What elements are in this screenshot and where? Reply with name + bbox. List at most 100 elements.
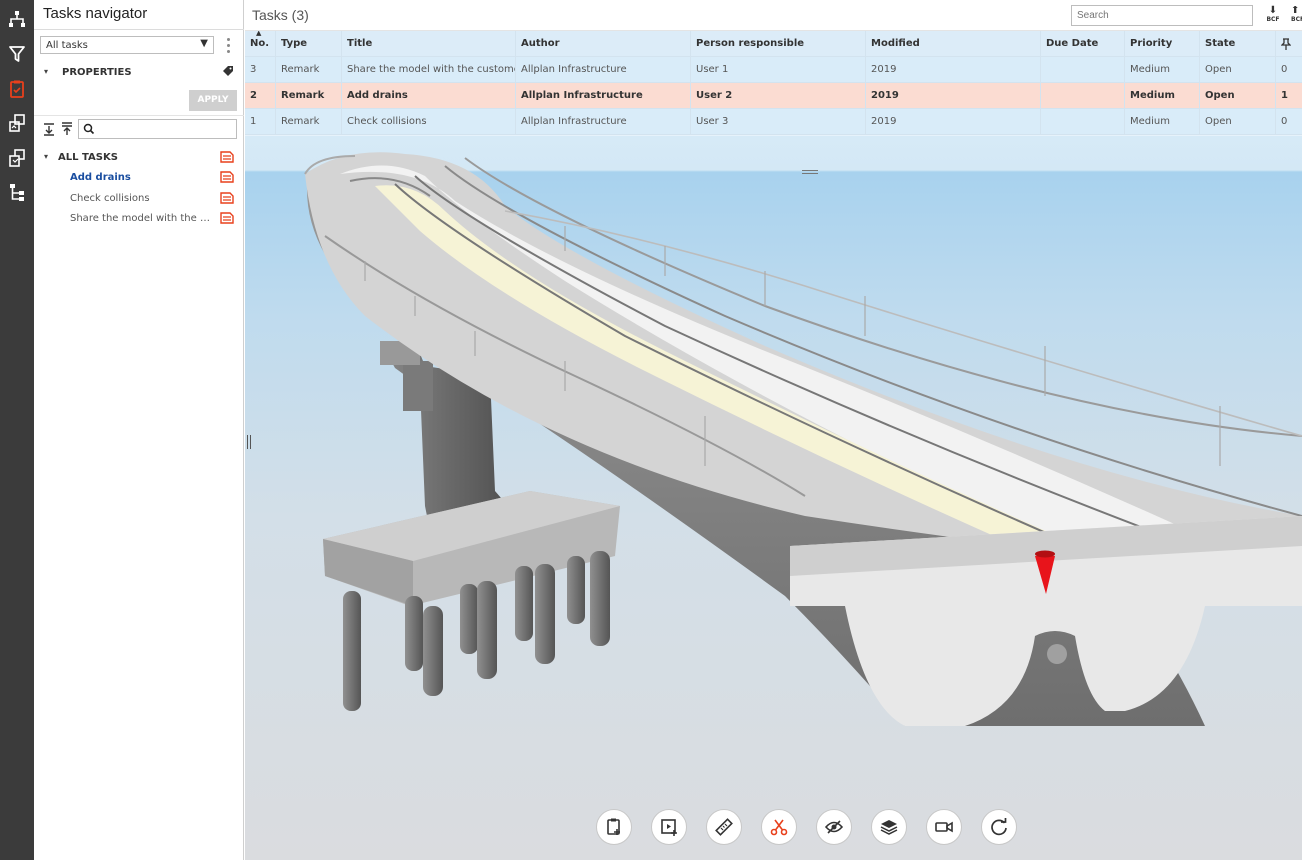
model-tree-icon[interactable] [5, 7, 29, 31]
filter-icon[interactable] [5, 42, 29, 66]
tree-item-label: Share the model with the customer [70, 213, 215, 224]
column-header-modified[interactable]: Modified [865, 31, 1040, 57]
layers-icon[interactable] [871, 809, 907, 845]
cell-viewpoint-count: 0 [1275, 109, 1302, 135]
table-row[interactable]: 3 Remark Share the model with the custom… [245, 57, 1302, 83]
cell-type: Remark [275, 83, 341, 109]
task-flag-icon [220, 151, 234, 163]
task-flag-icon [220, 171, 234, 183]
tag-icon[interactable] [222, 65, 234, 80]
hide-icon[interactable] [816, 809, 852, 845]
cell-viewpoint-count: 0 [1275, 57, 1302, 83]
column-header-viewpoints[interactable] [1275, 31, 1302, 57]
apply-button[interactable]: APPLY [189, 90, 237, 111]
task-search-field[interactable] [1071, 5, 1253, 26]
cell-type: Remark [275, 109, 341, 135]
tasks-clipboard-icon[interactable] [5, 77, 29, 101]
cell-title: Check collisions [341, 109, 515, 135]
section-cut-icon[interactable] [761, 809, 797, 845]
table-row-selected[interactable]: 2 Remark Add drains Allplan Infrastructu… [245, 83, 1302, 109]
column-header-title[interactable]: Title [341, 31, 515, 57]
task-flag-icon [220, 212, 234, 224]
all-tasks-group[interactable]: ▾ ALL TASKS [44, 151, 234, 165]
cell-modified: 2019 [865, 109, 1040, 135]
panel-resize-handle[interactable] [802, 170, 818, 174]
cell-state: Open [1199, 57, 1275, 83]
bcf-label: BCF [1291, 16, 1302, 23]
column-header-state[interactable]: State [1199, 31, 1275, 57]
expand-all-icon[interactable] [42, 122, 56, 136]
main-area: Tasks (3) ⬇ BCF ⬆ BCF ▲No. Type Title Au… [245, 0, 1302, 860]
cell-person: User 1 [690, 57, 865, 83]
bcf-export-button[interactable]: ⬇ BCF [1264, 6, 1282, 26]
cell-person: User 3 [690, 109, 865, 135]
column-header-type[interactable]: Type [275, 31, 341, 57]
tree-search-field[interactable] [78, 119, 237, 139]
all-tasks-label: ALL TASKS [58, 152, 118, 163]
divider [34, 29, 244, 30]
bcf-import-button[interactable]: ⬆ BCF [1291, 6, 1302, 26]
tree-item-share-model[interactable]: Share the model with the customer [70, 212, 234, 226]
new-viewpoint-icon[interactable] [651, 809, 687, 845]
cell-state: Open [1199, 83, 1275, 109]
tree-item-label: Add drains [70, 172, 131, 183]
cell-no: 3 [250, 64, 257, 75]
cell-title: Add drains [341, 83, 515, 109]
bridge-model-render [304, 152, 1302, 726]
column-header-due-date[interactable]: Due Date [1040, 31, 1124, 57]
dropdown-arrow-icon: ▼ [200, 38, 208, 49]
cell-author: Allplan Infrastructure [515, 57, 690, 83]
new-task-icon[interactable] [596, 809, 632, 845]
upload-icon: ⬆ [1291, 6, 1300, 16]
side-resize-handle[interactable] [247, 435, 251, 449]
tasks-navigator-panel: Tasks navigator All tasks ▼ ▾ PROPERTIES… [34, 0, 244, 860]
cell-due-date [1040, 109, 1124, 135]
navigator-title: Tasks navigator [43, 5, 148, 22]
cell-state: Open [1199, 109, 1275, 135]
tasks-table: ▲ No. Type Title Author Person responsibl… [245, 31, 1302, 136]
task-filter-select[interactable]: All tasks ▼ [40, 36, 214, 54]
camera-icon[interactable] [926, 809, 962, 845]
tasks-title: Tasks (3) [252, 7, 309, 23]
tree-search-input[interactable] [97, 122, 233, 136]
structure-icon[interactable] [5, 180, 29, 204]
cell-modified: 2019 [865, 57, 1040, 83]
column-header-no[interactable]: ▲ No. [245, 31, 275, 57]
tasks-header: Tasks (3) ⬇ BCF ⬆ BCF [245, 0, 1302, 31]
model-viewport[interactable] [245, 136, 1302, 860]
cell-modified: 2019 [865, 83, 1040, 109]
cell-type: Remark [275, 57, 341, 83]
left-toolbar [0, 0, 34, 860]
tree-item-label: Check collisions [70, 193, 150, 204]
search-icon [83, 123, 95, 138]
cell-no: 1 [250, 116, 257, 127]
tree-item-add-drains[interactable]: Add drains [70, 171, 234, 185]
cell-no: 2 [250, 90, 257, 101]
chevron-down-icon[interactable]: ▾ [44, 67, 48, 76]
compare-icon[interactable] [5, 111, 29, 135]
task-search-input[interactable] [1072, 6, 1252, 25]
reset-view-icon[interactable] [981, 809, 1017, 845]
cell-due-date [1040, 83, 1124, 109]
properties-label: PROPERTIES [62, 67, 132, 78]
collapse-all-icon[interactable] [60, 122, 74, 136]
more-options-icon[interactable] [224, 36, 232, 54]
column-header-author[interactable]: Author [515, 31, 690, 57]
column-header-person-responsible[interactable]: Person responsible [690, 31, 865, 57]
cell-title: Share the model with the customer [341, 57, 515, 83]
chevron-down-icon[interactable]: ▾ [44, 152, 48, 161]
pin-icon [1280, 38, 1292, 50]
cell-priority: Medium [1124, 83, 1199, 109]
column-header-priority[interactable]: Priority [1124, 31, 1199, 57]
cell-author: Allplan Infrastructure [515, 109, 690, 135]
tree-item-check-collisions[interactable]: Check collisions [70, 192, 234, 206]
table-row[interactable]: 1 Remark Check collisions Allplan Infras… [245, 109, 1302, 135]
bcf-label: BCF [1266, 16, 1280, 23]
copy-icon[interactable] [5, 146, 29, 170]
divider [34, 115, 244, 116]
measure-icon[interactable] [706, 809, 742, 845]
cell-person: User 2 [690, 83, 865, 109]
table-header-row: ▲ No. Type Title Author Person responsibl… [245, 31, 1302, 57]
properties-section[interactable]: ▾ PROPERTIES [44, 66, 234, 80]
sort-ascending-icon: ▲ [256, 31, 262, 37]
